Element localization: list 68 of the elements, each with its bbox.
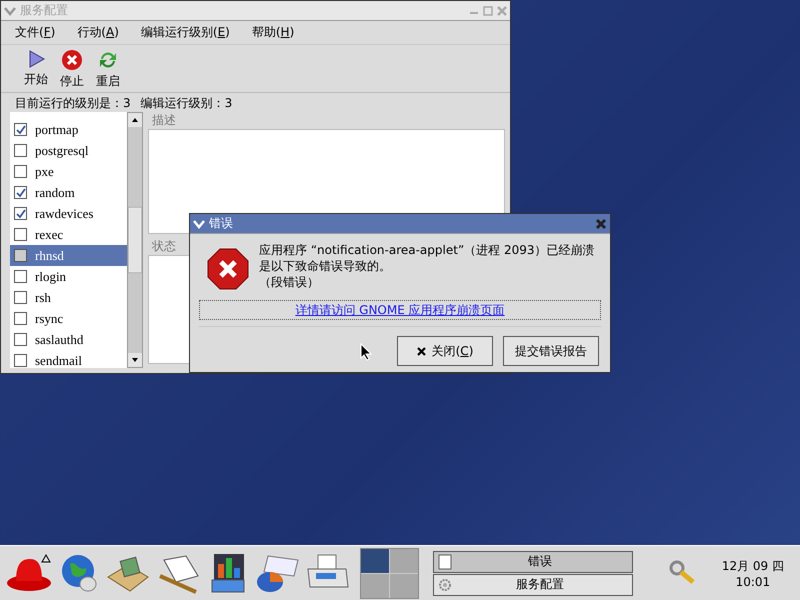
service-row[interactable]: rhnsd bbox=[10, 245, 127, 266]
window-title: 服务配置 bbox=[20, 2, 69, 19]
checkbox[interactable] bbox=[14, 207, 27, 220]
toolbar-button[interactable]: 重启 bbox=[93, 49, 123, 90]
task-button[interactable]: 错误 bbox=[433, 550, 633, 572]
clock-date: 12月 09 四 bbox=[722, 558, 784, 574]
close-button[interactable]: 关闭(C) bbox=[397, 336, 493, 366]
checkbox[interactable] bbox=[14, 354, 27, 367]
checkbox[interactable] bbox=[14, 228, 27, 241]
stop-icon bbox=[61, 49, 83, 71]
scroll-down-icon[interactable] bbox=[128, 353, 142, 367]
hat-icon[interactable] bbox=[6, 553, 52, 593]
service-name: saslauthd bbox=[35, 332, 84, 348]
service-row[interactable]: postgresql bbox=[10, 140, 127, 161]
editing-runlevel-label: 编辑运行级别：3 bbox=[140, 95, 232, 110]
service-row[interactable]: rawdevices bbox=[10, 203, 127, 224]
window-title: 错误 bbox=[209, 215, 234, 232]
status-label: 状态 bbox=[152, 238, 176, 255]
service-name: pxe bbox=[35, 164, 54, 180]
service-row[interactable]: pxe bbox=[10, 161, 127, 182]
service-row[interactable]: portmap bbox=[10, 119, 127, 140]
checkbox[interactable] bbox=[14, 249, 27, 262]
workspace[interactable] bbox=[361, 548, 389, 572]
error-message: 应用程序 “notification-area-applet”（进程 2093）已经崩溃 是以下致命错误导致的。 （段错误） bbox=[259, 242, 595, 290]
current-runlevel-label: 目前运行的级别是：3 bbox=[15, 95, 131, 110]
clock-time: 10:01 bbox=[736, 574, 770, 588]
service-name: rsh bbox=[35, 290, 51, 306]
service-name: sendmail bbox=[35, 352, 82, 368]
checkbox[interactable] bbox=[14, 123, 27, 136]
menu-item[interactable]: 文件(F) bbox=[15, 24, 56, 41]
service-name: rawdevices bbox=[35, 206, 94, 222]
task-button[interactable]: 服务配置 bbox=[433, 574, 633, 596]
mouse-pointer-icon bbox=[360, 343, 372, 361]
error-icon bbox=[207, 248, 249, 290]
service-row[interactable]: random bbox=[10, 182, 127, 203]
checkbox[interactable] bbox=[14, 186, 27, 199]
scroll-up-icon[interactable] bbox=[128, 113, 142, 127]
service-row[interactable]: sendmail bbox=[10, 350, 127, 368]
menu-item[interactable]: 帮助(H) bbox=[252, 24, 294, 41]
service-name: portmap bbox=[35, 122, 78, 138]
checkbox[interactable] bbox=[14, 291, 27, 304]
service-name: postgresql bbox=[35, 142, 88, 158]
window-icon bbox=[438, 554, 452, 570]
checkbox[interactable] bbox=[14, 144, 27, 157]
checkbox[interactable] bbox=[14, 165, 27, 178]
service-name: random bbox=[35, 184, 75, 200]
submit-report-button[interactable]: 提交错误报告 bbox=[503, 336, 599, 366]
scrollbar[interactable] bbox=[127, 112, 143, 368]
service-row[interactable]: rexec bbox=[10, 224, 127, 245]
service-name: rhnsd bbox=[35, 248, 64, 264]
service-row[interactable]: rsh bbox=[10, 287, 127, 308]
menu-item[interactable]: 行动(A) bbox=[77, 24, 119, 41]
close-icon[interactable] bbox=[595, 218, 607, 230]
checkbox[interactable] bbox=[14, 312, 27, 325]
service-row[interactable]: saslauthd bbox=[10, 329, 127, 350]
service-name: rexec bbox=[35, 226, 64, 242]
description-label: 描述 bbox=[152, 112, 176, 129]
service-row[interactable]: rsync bbox=[10, 308, 127, 329]
service-row[interactable]: rlogin bbox=[10, 266, 127, 287]
service-name: rsync bbox=[35, 310, 64, 326]
gear-icon bbox=[438, 578, 452, 592]
toolbar-button[interactable]: 开始 bbox=[21, 49, 51, 90]
checkbox[interactable] bbox=[14, 333, 27, 346]
toolbar-button[interactable]: 停止 bbox=[57, 49, 87, 90]
checkbox[interactable] bbox=[14, 270, 27, 283]
x-icon bbox=[416, 346, 426, 356]
service-name: rlogin bbox=[35, 268, 66, 284]
menu-item[interactable]: 编辑运行级别(E) bbox=[140, 24, 230, 41]
